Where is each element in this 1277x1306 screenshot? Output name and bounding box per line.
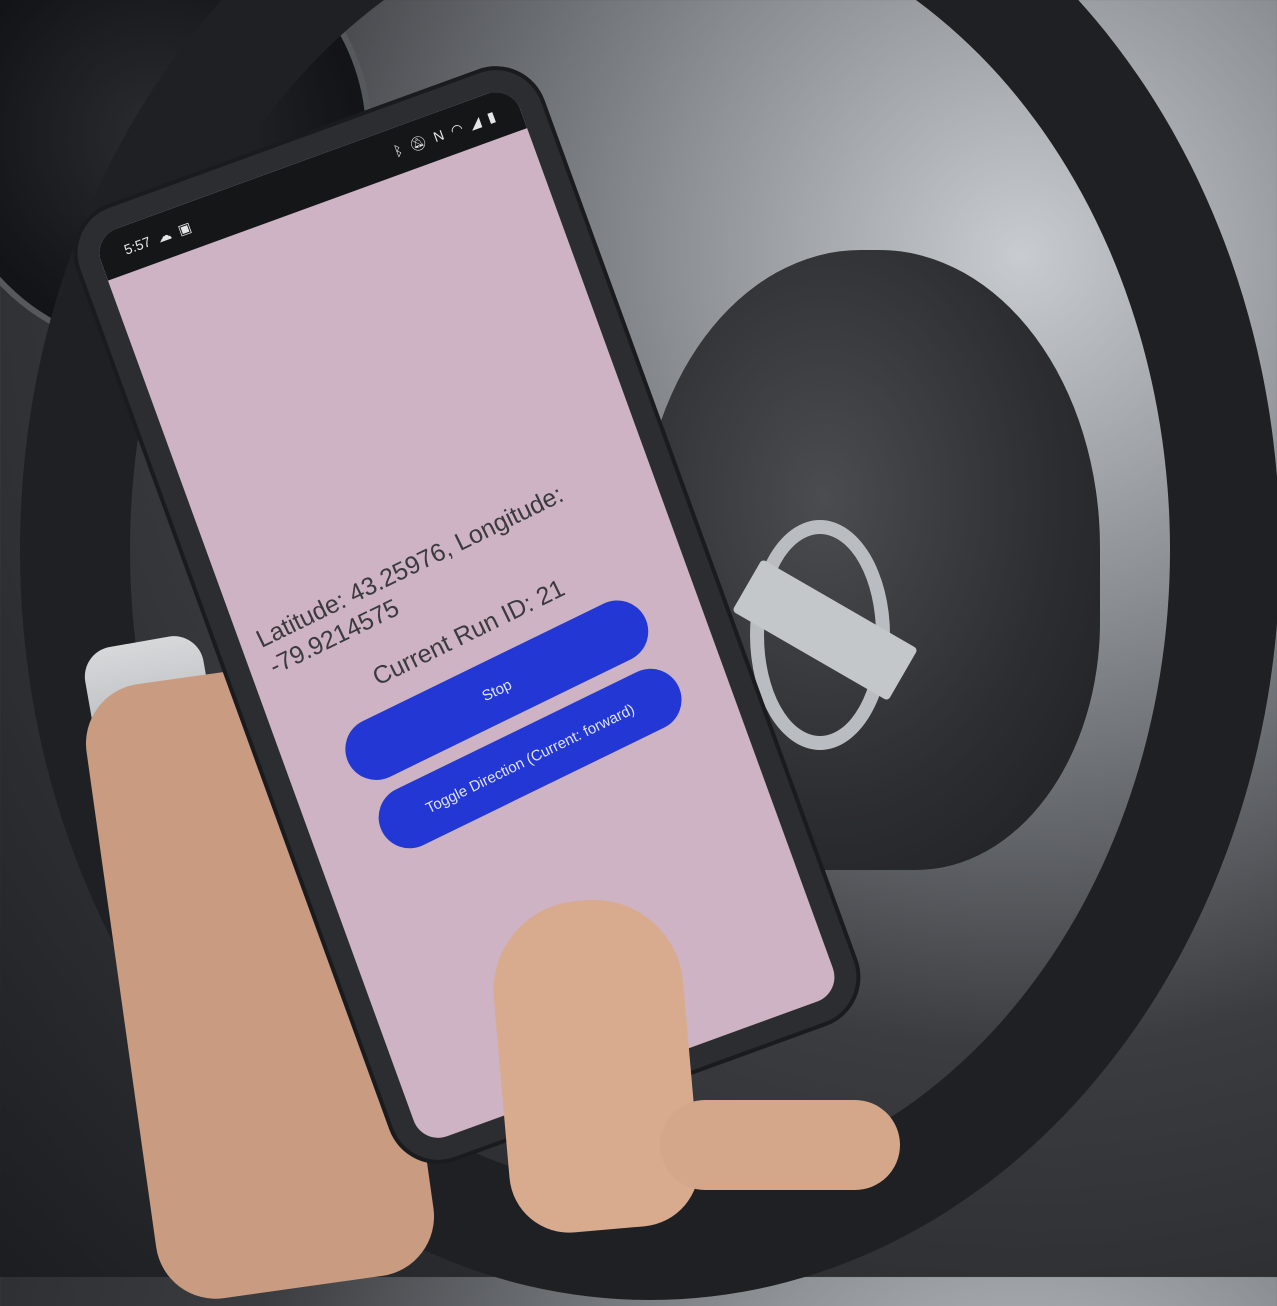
fingers bbox=[660, 1100, 900, 1190]
status-time: 5:57 bbox=[121, 233, 153, 258]
wifi-icon: ◠ bbox=[447, 119, 465, 139]
cloud-icon: ☁ bbox=[154, 225, 174, 246]
app-content: Latitude: 43.25976, Longitude: -79.92145… bbox=[224, 445, 750, 897]
thumb bbox=[485, 892, 705, 1238]
mute-icon: 🔕︎ bbox=[406, 132, 429, 154]
battery-icon: ▮ bbox=[484, 107, 498, 126]
bluetooth-icon: ᛒ bbox=[391, 141, 405, 160]
notification-icon: ▣ bbox=[175, 218, 194, 238]
nfc-icon: N bbox=[431, 126, 447, 146]
signal-icon: ◢ bbox=[466, 112, 483, 132]
